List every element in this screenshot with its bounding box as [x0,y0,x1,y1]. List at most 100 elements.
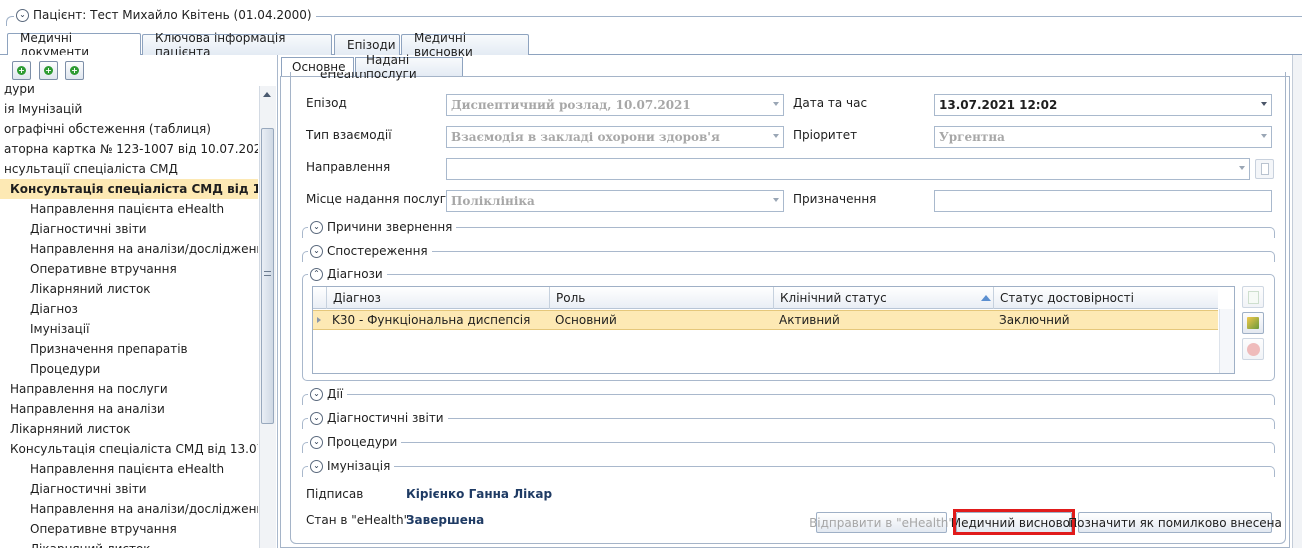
tree-item[interactable]: Направлення на аналізи [10,399,165,419]
tree-item[interactable]: Оперативне втручання [30,259,177,279]
group-title: Спостереження [327,244,428,258]
grid-delete-button[interactable] [1242,338,1264,360]
reasons-group-header[interactable]: ⌄ Причини звернення [308,219,457,235]
column-header-role[interactable]: Роль [549,287,773,309]
grid-add-icon [1247,290,1259,304]
tree-item[interactable]: Консультація спеціаліста СМД від 13.07.2… [10,439,258,459]
patient-group-header[interactable]: ⌄ Пацієнт: Тест Михайло Квітень (01.04.2… [14,6,316,24]
assignment-field[interactable] [934,190,1272,212]
tab-medical-documents[interactable]: Медичні документи [7,31,141,59]
referral-label: Направлення [306,160,391,174]
tree-item[interactable]: Направлення на аналізи/дослідження [30,239,258,259]
sort-asc-icon[interactable] [981,295,991,301]
priority-label: Пріоритет [793,128,858,142]
diagnoses-grid: Діагноз Роль Клінічний статус Статус дос… [312,286,1235,374]
cell-diagnosis[interactable]: K30 - Функціональна диспепсія [326,311,530,330]
chevron-down-circle-icon[interactable]: ⌄ [310,459,323,473]
tree-scrollbar-thumb[interactable] [261,128,274,424]
dropdown-arrow-icon [773,198,779,202]
chevron-down-circle-icon[interactable]: ⌄ [310,435,323,449]
chevron-down-circle-icon[interactable]: ⌄ [310,387,323,401]
tree-item[interactable]: Процедури [30,359,100,379]
send-ehealth-button[interactable]: Відправити в "eHealth" [809,512,954,533]
datetime-field[interactable]: 13.07.2021 12:02 [934,94,1272,116]
table-row[interactable]: K30 - Функціональна диспепсія Основний А… [313,310,1218,330]
tree-item[interactable]: Лікарняний листок [30,539,151,548]
cell-verification-status[interactable]: Заключний [993,311,1070,330]
grid-open-button[interactable] [1242,312,1264,334]
add-document-button[interactable]: + [12,61,31,80]
tree-item[interactable]: Лікарняний листок [10,419,131,439]
add-document-icon: + [17,66,26,75]
cell-role[interactable]: Основний [549,311,617,330]
actions-group-header[interactable]: ⌄ Дії [308,386,348,402]
group-title: Імунізація [327,459,391,473]
dropdown-arrow-icon[interactable] [1239,166,1245,170]
tree-item-selected[interactable]: Консультація спеціаліста СМД від 13.07.2… [0,179,258,199]
scroll-up-icon[interactable] [263,92,271,97]
interaction-label: Тип взаємодії [306,128,392,142]
group-title: Діагнози [327,267,383,281]
cell-clinical-status[interactable]: Активний [773,311,840,330]
tree-item[interactable]: Імунізації [30,319,89,339]
tree-item[interactable]: Оперативне втручання [30,519,177,539]
main-scrollbar[interactable] [1292,55,1302,548]
place-value: Поліклініка [451,194,535,208]
column-header-clinical-status[interactable]: Клінічний статус [773,287,993,309]
tree-item[interactable]: Діагностичні звіти [30,479,147,499]
grid-scrollbar[interactable] [1219,309,1234,373]
actions-group-frame [302,394,1275,405]
tree-item[interactable]: ографічні обстеження (таблиця) [4,119,211,139]
dropdown-arrow-icon [1261,134,1267,138]
referral-field[interactable] [446,158,1250,180]
tree-item[interactable]: нсультації спеціаліста СМД [4,159,178,179]
tree-item[interactable]: дури [4,82,35,99]
chevron-down-circle-icon[interactable]: ⌄ [310,244,323,258]
edit-icon[interactable] [1255,159,1274,179]
column-header-diagnosis[interactable]: Діагноз [326,287,562,309]
episode-label: Епізод [306,96,347,110]
dropdown-arrow-icon[interactable] [1261,102,1267,106]
tree-item[interactable]: Лікарняний листок [30,279,151,299]
add-green-button[interactable]: + [39,61,58,80]
priority-field: Ургентна [934,126,1272,148]
grid-add-button[interactable] [1242,286,1264,308]
group-title: Процедури [327,435,398,449]
chevron-down-circle-icon[interactable]: ⌄ [310,220,323,234]
grid-header: Діагноз Роль Клінічний статус Статус дос… [313,287,1218,309]
signed-label: Підписав [306,487,364,501]
highlight-box [953,509,1075,535]
tab-episodes[interactable]: Епізоди [334,34,400,55]
tab-medical-conclusions[interactable]: Медичні висновки [401,31,529,59]
chevron-up-circle-icon[interactable]: ⌃ [310,267,323,281]
mark-error-button[interactable]: Позначити як помилково внесена [1068,512,1282,533]
column-header-verification-status[interactable]: Статус достовірності [993,287,1218,309]
grip-icon [264,271,271,276]
procedures-group-header[interactable]: ⌄ Процедури [308,434,402,450]
tree-item[interactable]: Направлення на послуги [10,379,168,399]
tree-item[interactable]: Направлення пацієнта eHealth [30,199,224,219]
observations-group-frame [302,251,1275,262]
tree-item[interactable]: аторна картка № 123-1007 від 10.07.2021 [4,139,258,159]
add-upload-button[interactable]: + [65,61,84,80]
tree-item[interactable]: Призначення препаратів [30,339,188,359]
observations-group-header[interactable]: ⌄ Спостереження [308,243,432,259]
chevron-down-circle-icon[interactable]: ⌄ [310,411,323,425]
immunization-group-header[interactable]: ⌄ Імунізація [308,458,395,474]
episode-field: Диспептичний розлад, 10.07.2021 [446,94,784,116]
tree-item[interactable]: Діагноз [30,299,78,319]
tree-item[interactable]: Направлення пацієнта eHealth [30,459,224,479]
tree-item[interactable]: Направлення на аналізи/дослідження [30,499,258,519]
tree-item[interactable]: ія Імунізацій [4,99,82,119]
diagnoses-group-header[interactable]: ⌃ Діагнози [308,266,387,282]
row-indicator-icon [317,317,321,323]
diag-reports-group-header[interactable]: ⌄ Діагностичні звіти [308,410,448,426]
group-title: Діагностичні звіти [327,411,444,425]
place-field: Поліклініка [446,190,784,212]
procedures-group-frame [302,442,1275,453]
chevron-down-circle-icon[interactable]: ⌄ [16,8,29,22]
tree-item[interactable]: Діагностичні звіти [30,219,147,239]
tab-key-info[interactable]: Ключова інформація пацієнта [142,31,332,59]
add-green-icon: + [44,66,53,75]
datetime-value: 13.07.2021 12:02 [939,98,1058,112]
